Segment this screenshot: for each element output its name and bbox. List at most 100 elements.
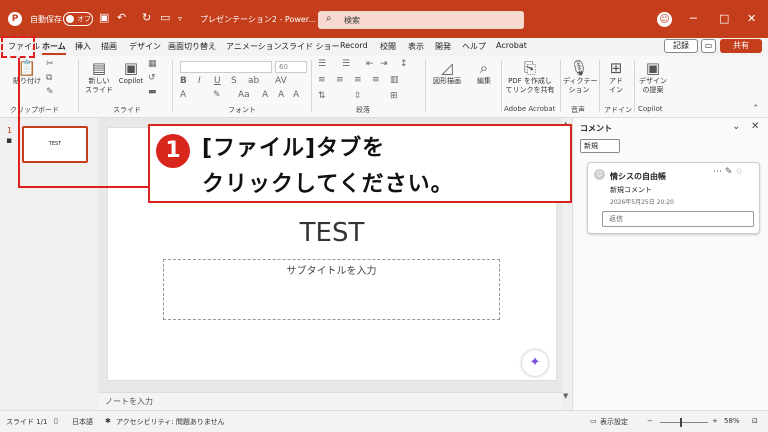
tab-insert[interactable]: 挿入	[75, 41, 91, 52]
grow-font-icon[interactable]: A	[262, 90, 268, 100]
reset-icon[interactable]: ↺	[148, 73, 156, 83]
tab-transitions[interactable]: 画面切り替え	[168, 41, 216, 52]
spellcheck-icon[interactable]: ▯	[54, 417, 58, 425]
paste-button[interactable]: 📋 貼り付け	[12, 59, 42, 86]
account-avatar-icon[interactable]: ☺	[657, 12, 672, 27]
comment-actions[interactable]: ⋯ ✎ ♢	[713, 167, 743, 177]
document-name[interactable]: プレゼンテーション2 - Power...	[200, 14, 316, 25]
slide-title[interactable]: TEST	[108, 218, 556, 248]
start-slideshow-icon[interactable]: ▭	[160, 11, 170, 24]
zoom-slider[interactable]	[660, 422, 708, 423]
maximize-icon[interactable]: □	[719, 12, 729, 25]
tab-design[interactable]: デザイン	[129, 41, 161, 52]
section-icon[interactable]: ▬	[148, 87, 157, 97]
notes-pane[interactable]: ノートを入力	[98, 392, 562, 410]
strikethrough-icon[interactable]: ab	[248, 76, 259, 86]
font-color-icon[interactable]: A	[180, 90, 186, 100]
tab-acrobat[interactable]: Acrobat	[496, 41, 527, 50]
accessibility-icon[interactable]: ✱	[105, 417, 111, 425]
font-name-select[interactable]	[180, 61, 272, 73]
pointer-line-vertical	[18, 58, 20, 188]
tab-help[interactable]: ヘルプ	[462, 41, 486, 52]
autosave-state: オフ	[77, 15, 91, 23]
powerpoint-logo-icon: P	[8, 12, 22, 26]
bold-icon[interactable]: B	[180, 76, 187, 86]
view-settings[interactable]: 表示設定	[600, 417, 628, 427]
zoom-out-icon[interactable]: −	[647, 417, 653, 425]
italic-icon[interactable]: I	[198, 76, 201, 86]
undo-icon[interactable]: ↶	[117, 11, 126, 24]
new-comment-button[interactable]: 新規	[580, 139, 620, 153]
align-right-icon[interactable]: ≡	[354, 75, 362, 85]
scroll-down-icon[interactable]: ▼	[563, 392, 568, 400]
justify-icon[interactable]: ≡	[372, 75, 380, 85]
underline-icon[interactable]: U	[214, 76, 221, 86]
decrease-indent-icon[interactable]: ⇤	[366, 59, 374, 69]
edit-button[interactable]: ⌕ 編集	[469, 59, 499, 86]
shrink-font-icon[interactable]: A	[278, 90, 284, 100]
numbering-icon[interactable]: ☰	[342, 59, 350, 69]
layout-icon[interactable]: ▦	[148, 59, 157, 69]
zoom-level[interactable]: 58%	[724, 417, 740, 425]
view-settings-icon[interactable]: ▭	[590, 417, 597, 425]
clear-format-icon[interactable]: A	[293, 90, 299, 100]
highlight-icon[interactable]: ✎	[213, 90, 221, 100]
search-icon: ⌕	[326, 13, 332, 24]
tab-slideshow[interactable]: スライド ショー	[281, 41, 340, 52]
tab-record[interactable]: Record	[340, 41, 368, 50]
copilot-slide-button[interactable]: ▣ Copilot	[117, 59, 145, 86]
subtitle-placeholder[interactable]: サブタイトルを入力	[163, 259, 500, 320]
change-case-icon[interactable]: Aa	[238, 90, 250, 100]
customize-toolbar-icon[interactable]: ▿	[178, 14, 182, 23]
zoom-in-icon[interactable]: +	[712, 417, 718, 425]
subtitle-placeholder-text: サブタイトルを入力	[286, 266, 377, 277]
share-button[interactable]: 共有	[720, 39, 762, 53]
increase-indent-icon[interactable]: ⇥	[380, 59, 388, 69]
zoom-slider-thumb[interactable]	[680, 418, 682, 427]
smartart-icon[interactable]: ⊞	[390, 91, 398, 101]
autosave-toggle[interactable]: オフ	[63, 12, 93, 26]
columns-icon[interactable]: ▥	[390, 75, 399, 85]
language[interactable]: 日本語	[72, 417, 93, 427]
copy-icon[interactable]: ⧉	[46, 73, 52, 83]
slide-thumbnail[interactable]: TEST	[22, 126, 88, 163]
designer-button[interactable]: ▣ デザイン の提案	[637, 59, 669, 95]
redo-icon[interactable]: ↻	[142, 11, 151, 24]
close-pane-icon[interactable]: ✕	[751, 121, 759, 132]
addin-button[interactable]: ⊞ アド イン	[602, 59, 630, 95]
new-slide-button[interactable]: ▤ 新しい スライド	[82, 59, 116, 95]
collapse-ribbon-icon[interactable]: ⌃	[752, 104, 760, 114]
comments-toggle-icon[interactable]: ▭	[701, 39, 716, 53]
save-icon[interactable]: ▣	[99, 11, 109, 24]
reply-input[interactable]: 返信	[602, 211, 754, 227]
tab-developer[interactable]: 開発	[435, 41, 451, 52]
char-spacing-icon[interactable]: AV	[275, 76, 287, 86]
align-left-icon[interactable]: ≡	[318, 75, 326, 85]
search-box[interactable]: ⌕ 検索	[318, 11, 524, 29]
comment-card[interactable]: ☺ 情シスの自由帳 ⋯ ✎ ♢ 新規コメント 2026年5月25日 20:20 …	[587, 162, 760, 234]
fit-slide-icon[interactable]: ⊡	[752, 417, 758, 425]
dictate-button[interactable]: 🎙 ディクテー ション	[563, 59, 598, 95]
tab-home[interactable]: ホーム	[42, 41, 66, 55]
bullets-icon[interactable]: ☰	[318, 59, 326, 69]
line-spacing-icon[interactable]: ↕	[400, 59, 408, 69]
record-button[interactable]: 記録	[664, 39, 698, 53]
chevron-down-icon[interactable]: ⌄	[732, 121, 740, 132]
cut-icon[interactable]: ✂	[46, 59, 54, 69]
drawing-button[interactable]: ◿ 図形描画	[428, 59, 466, 86]
tab-view[interactable]: 表示	[408, 41, 424, 52]
close-icon[interactable]: ✕	[747, 12, 756, 25]
align-center-icon[interactable]: ≡	[336, 75, 344, 85]
align-text-icon[interactable]: ⇳	[354, 91, 362, 101]
tab-review[interactable]: 校閲	[380, 41, 396, 52]
copilot-fab-icon[interactable]: ✦	[522, 350, 548, 376]
pdf-share-button[interactable]: ⎘ PDF を作成し てリンクを共有	[504, 59, 556, 95]
format-painter-icon[interactable]: ✎	[46, 87, 54, 97]
tab-draw[interactable]: 描画	[101, 41, 117, 52]
font-size-select[interactable]: 60	[275, 61, 307, 73]
text-direction-icon[interactable]: ⇅	[318, 91, 326, 101]
minimize-icon[interactable]: ─	[690, 12, 697, 25]
tab-animations[interactable]: アニメーション	[226, 41, 282, 52]
shadow-icon[interactable]: S	[231, 76, 237, 86]
accessibility-status[interactable]: アクセシビリティ: 問題ありません	[116, 417, 225, 427]
